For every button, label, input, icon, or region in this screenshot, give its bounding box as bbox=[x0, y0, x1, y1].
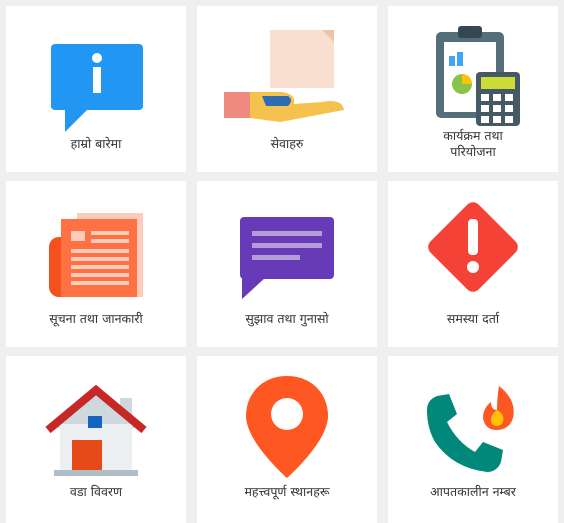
tile-label-notices: सूचना तथा जानकारी bbox=[49, 311, 143, 326]
info-icon bbox=[6, 6, 186, 132]
about-us-tile[interactable]: हाम्रो बारेमा bbox=[6, 6, 186, 172]
clipboard-calculator-icon bbox=[388, 6, 558, 126]
programs-projects-tile[interactable]: कार्यक्रम तथा परियोजना bbox=[388, 6, 558, 172]
feedback-tile[interactable]: सुझाव तथा गुनासो bbox=[197, 181, 377, 347]
tile-label-programs-line2: परियोजना bbox=[450, 144, 496, 159]
emergency-phone-icon bbox=[388, 356, 558, 476]
house-icon bbox=[6, 356, 186, 476]
tile-label-about-us: हाम्रो बारेमा bbox=[70, 136, 122, 151]
tile-label-important-places: महत्त्वपूर्ण स्थानहरू bbox=[244, 484, 330, 499]
important-places-tile[interactable]: महत्त्वपूर्ण स्थानहरू bbox=[197, 356, 377, 523]
chat-message-icon bbox=[197, 181, 377, 301]
tile-label-programs-line1: कार्यक्रम तथा bbox=[443, 128, 503, 143]
register-problem-tile[interactable]: समस्या दर्ता bbox=[388, 181, 558, 347]
emergency-numbers-tile[interactable]: आपतकालीन नम्बर bbox=[388, 356, 558, 523]
service-hand-icon bbox=[197, 6, 377, 126]
tile-label-feedback: सुझाव तथा गुनासो bbox=[245, 311, 329, 326]
tile-label-services: सेवाहरु bbox=[270, 136, 304, 151]
tile-label-ward-details: वडा विवरण bbox=[69, 484, 123, 499]
warning-icon bbox=[388, 181, 558, 301]
services-tile[interactable]: सेवाहरु bbox=[197, 6, 377, 172]
notices-tile[interactable]: सूचना तथा जानकारी bbox=[6, 181, 186, 347]
location-pin-icon bbox=[197, 356, 377, 478]
ward-details-tile[interactable]: वडा विवरण bbox=[6, 356, 186, 523]
tile-label-emergency-numbers: आपतकालीन नम्बर bbox=[430, 484, 516, 499]
newspaper-icon bbox=[6, 181, 186, 301]
menu-grid: हाम्रो बारेमा सेवाहरु कार्यक्रम तथा परिय… bbox=[0, 0, 564, 523]
tile-label-register-problem: समस्या दर्ता bbox=[446, 311, 500, 326]
